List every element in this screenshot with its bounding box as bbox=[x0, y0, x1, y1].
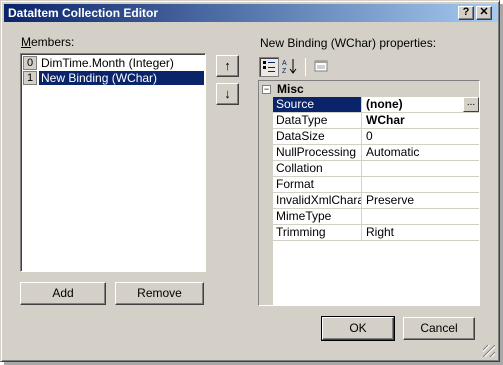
collapse-icon[interactable]: − bbox=[262, 85, 271, 95]
ellipsis-button[interactable]: ... bbox=[463, 97, 479, 112]
property-value[interactable]: Right bbox=[363, 225, 479, 240]
property-value[interactable]: WChar bbox=[363, 113, 479, 128]
properties-label: New Binding (WChar) properties: bbox=[260, 36, 437, 50]
move-down-button[interactable]: ↓ bbox=[216, 83, 239, 105]
property-row-datatype[interactable]: DataType WChar bbox=[273, 113, 479, 129]
property-row-datasize[interactable]: DataSize 0 bbox=[273, 129, 479, 145]
property-value[interactable] bbox=[363, 209, 479, 224]
remove-button[interactable]: Remove bbox=[115, 282, 204, 305]
property-name: Trimming bbox=[273, 225, 362, 240]
list-item-text: DimTime.Month (Integer) bbox=[41, 56, 174, 70]
property-row-format[interactable]: Format bbox=[273, 177, 479, 193]
add-button-label: Add bbox=[52, 286, 74, 300]
property-row-collation[interactable]: Collation bbox=[273, 161, 479, 177]
cancel-button[interactable]: Cancel bbox=[403, 317, 475, 340]
property-name: MimeType bbox=[273, 209, 362, 224]
members-label: Members: bbox=[21, 35, 75, 49]
property-grid[interactable]: − Misc Source (none) ... DataType WChar D… bbox=[258, 80, 480, 306]
property-value[interactable] bbox=[363, 161, 479, 176]
property-name: InvalidXmlCharacters bbox=[273, 193, 362, 208]
property-value[interactable]: 0 bbox=[363, 129, 479, 144]
alphabetical-icon: A Z bbox=[282, 59, 297, 75]
help-icon: ? bbox=[462, 6, 470, 18]
window-title: DataItem Collection Editor bbox=[8, 6, 159, 20]
property-row-mimetype[interactable]: MimeType bbox=[273, 209, 479, 225]
property-grid-toolbar: A Z bbox=[259, 55, 479, 79]
alphabetical-button[interactable]: A Z bbox=[280, 57, 300, 77]
list-item-selected[interactable]: 1 New Binding (WChar) bbox=[23, 71, 204, 85]
property-value[interactable]: Automatic bbox=[363, 145, 479, 160]
close-button[interactable]: ✕ bbox=[476, 6, 492, 20]
remove-button-label: Remove bbox=[137, 286, 182, 300]
property-name: Collation bbox=[273, 161, 362, 176]
members-label-text: embers: bbox=[31, 35, 75, 49]
property-row-source[interactable]: Source (none) ... bbox=[273, 97, 479, 113]
list-item-text: New Binding (WChar) bbox=[39, 71, 204, 85]
property-value[interactable] bbox=[363, 177, 479, 192]
ok-button[interactable]: OK bbox=[321, 316, 395, 341]
title-bar[interactable]: DataItem Collection Editor bbox=[4, 4, 498, 22]
cancel-button-label: Cancel bbox=[420, 321, 458, 335]
ok-button-label: OK bbox=[349, 321, 367, 335]
property-name: Source bbox=[273, 97, 362, 112]
categorized-icon bbox=[263, 61, 275, 72]
property-row-invalidxmlcharacters[interactable]: InvalidXmlCharacters Preserve bbox=[273, 193, 479, 209]
list-item-index: 0 bbox=[23, 56, 37, 70]
list-item-index: 1 bbox=[23, 71, 37, 85]
category-row[interactable]: − Misc bbox=[259, 81, 479, 97]
category-label: Misc bbox=[277, 82, 304, 96]
help-button[interactable]: ? bbox=[458, 6, 474, 20]
resize-grip-icon[interactable] bbox=[483, 345, 495, 357]
down-arrow-icon: ↓ bbox=[224, 86, 231, 101]
property-pages-button[interactable] bbox=[311, 57, 331, 77]
add-button[interactable]: Add bbox=[20, 282, 106, 305]
list-item[interactable]: 0 DimTime.Month (Integer) bbox=[23, 56, 204, 70]
property-row-trimming[interactable]: Trimming Right bbox=[273, 225, 479, 241]
move-up-button[interactable]: ↑ bbox=[216, 55, 239, 77]
up-arrow-icon: ↑ bbox=[224, 58, 231, 73]
property-value[interactable]: (none) bbox=[363, 97, 479, 112]
property-row-nullprocessing[interactable]: NullProcessing Automatic bbox=[273, 145, 479, 161]
members-listbox[interactable]: 0 DimTime.Month (Integer) 1 New Binding … bbox=[20, 53, 206, 272]
property-name: Format bbox=[273, 177, 362, 192]
svg-text:Z: Z bbox=[282, 68, 287, 74]
property-name: DataSize bbox=[273, 129, 362, 144]
property-name: DataType bbox=[273, 113, 362, 128]
property-name: NullProcessing bbox=[273, 145, 362, 160]
collection-editor-dialog: DataItem Collection Editor ? ✕ Members: … bbox=[0, 0, 500, 362]
categorized-button[interactable] bbox=[259, 57, 279, 77]
svg-text:A: A bbox=[282, 60, 287, 67]
property-value[interactable]: Preserve bbox=[363, 193, 479, 208]
property-pages-icon bbox=[314, 60, 328, 72]
close-icon: ✕ bbox=[479, 6, 489, 18]
